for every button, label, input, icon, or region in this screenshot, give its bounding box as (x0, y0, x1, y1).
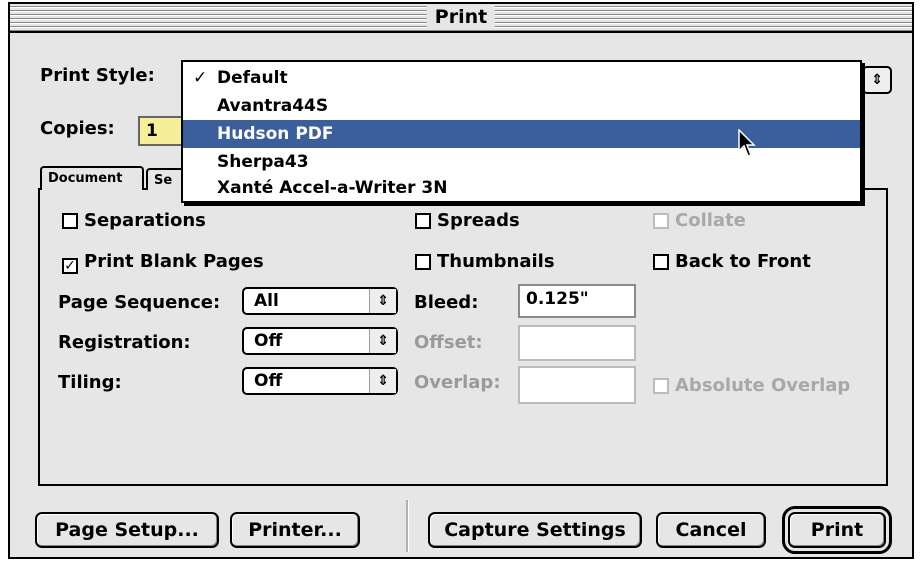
thumbnails-checkbox[interactable]: Thumbnails (415, 250, 555, 274)
collate-label: Collate (675, 210, 746, 231)
menu-item-avantra44s[interactable]: Avantra44S (183, 92, 860, 120)
registration-popup[interactable]: Off ⇕ (242, 327, 398, 355)
spreads-box (415, 213, 431, 229)
print-blank-pages-box: ✓ (62, 258, 78, 274)
menu-item-sherpa43[interactable]: Sherpa43 (183, 148, 860, 176)
menu-item-hudson-pdf[interactable]: Hudson PDF (183, 120, 860, 148)
popup-arrows-icon: ⇕ (369, 329, 396, 353)
arrow-pointer-icon (738, 129, 756, 157)
tab-setup[interactable]: Se (146, 168, 186, 190)
bleed-field[interactable]: 0.125" (518, 284, 636, 318)
print-style-popup-arrows[interactable]: ⇕ (862, 66, 892, 94)
checkmark-icon: ✓ (64, 258, 76, 274)
tiling-popup[interactable]: Off ⇕ (242, 367, 398, 395)
back-to-front-box (653, 254, 669, 270)
bleed-label: Bleed: (414, 292, 479, 313)
popup-arrows-icon: ⇕ (369, 289, 396, 313)
registration-value: Off (254, 331, 283, 351)
button-divider (406, 500, 409, 552)
overlap-label: Overlap: (414, 372, 501, 393)
print-blank-pages-label: Print Blank Pages (84, 251, 264, 272)
absolute-overlap-checkbox: Absolute Overlap (653, 374, 850, 398)
popup-arrows-icon: ⇕ (871, 72, 883, 88)
printer-button[interactable]: Printer... (230, 512, 360, 548)
print-style-menu[interactable]: ✓ Default Avantra44S Hudson PDF Sherpa43… (181, 60, 862, 203)
page-setup-button[interactable]: Page Setup... (35, 512, 219, 548)
menu-item-label: Hudson PDF (217, 124, 334, 144)
back-to-front-label: Back to Front (675, 251, 811, 272)
separations-label: Separations (84, 210, 206, 231)
tiling-label: Tiling: (58, 372, 122, 393)
print-blank-pages-checkbox[interactable]: ✓ Print Blank Pages (62, 250, 264, 274)
copies-value: 1 (146, 121, 158, 141)
tab-document-label: Document (48, 171, 123, 186)
spreads-label: Spreads (437, 210, 520, 231)
thumbnails-label: Thumbnails (437, 251, 555, 272)
menu-item-label: Sherpa43 (217, 152, 309, 172)
registration-label: Registration: (58, 332, 191, 353)
cancel-button[interactable]: Cancel (656, 512, 766, 548)
bleed-value: 0.125" (526, 289, 589, 309)
menu-item-xante[interactable]: Xanté Accel-a-Writer 3N (183, 174, 860, 202)
tiling-value: Off (254, 371, 283, 391)
separations-box (62, 213, 78, 229)
checkmark-icon: ✓ (193, 68, 208, 88)
menu-item-default[interactable]: ✓ Default (183, 64, 860, 92)
window-title: Print (426, 5, 496, 29)
separations-checkbox[interactable]: Separations (62, 209, 206, 233)
title-bar[interactable]: Print (10, 4, 912, 33)
capture-settings-button[interactable]: Capture Settings (428, 512, 642, 548)
absolute-overlap-box (653, 378, 669, 394)
page-sequence-label: Page Sequence: (58, 292, 221, 313)
overlap-field (518, 366, 636, 404)
page-sequence-value: All (254, 291, 279, 311)
collate-box (653, 213, 669, 229)
tab-setup-label: Se (154, 173, 173, 188)
collate-checkbox: Collate (653, 209, 746, 233)
menu-item-label: Default (217, 68, 288, 88)
offset-field (518, 325, 636, 361)
tab-document[interactable]: Document (40, 166, 144, 190)
back-to-front-checkbox[interactable]: Back to Front (653, 250, 811, 274)
menu-item-label: Avantra44S (217, 96, 329, 116)
spreads-checkbox[interactable]: Spreads (415, 209, 520, 233)
popup-arrows-icon: ⇕ (369, 369, 396, 393)
copies-label: Copies: (40, 118, 115, 139)
menu-item-label: Xanté Accel-a-Writer 3N (217, 178, 448, 198)
print-button[interactable]: Print (782, 506, 892, 554)
absolute-overlap-label: Absolute Overlap (675, 375, 851, 396)
page-sequence-popup[interactable]: All ⇕ (242, 287, 398, 315)
offset-label: Offset: (414, 332, 483, 353)
print-dialog: Print Print Style: Copies: Document Se S… (8, 2, 914, 559)
print-style-label: Print Style: (40, 65, 155, 86)
thumbnails-box (415, 254, 431, 270)
